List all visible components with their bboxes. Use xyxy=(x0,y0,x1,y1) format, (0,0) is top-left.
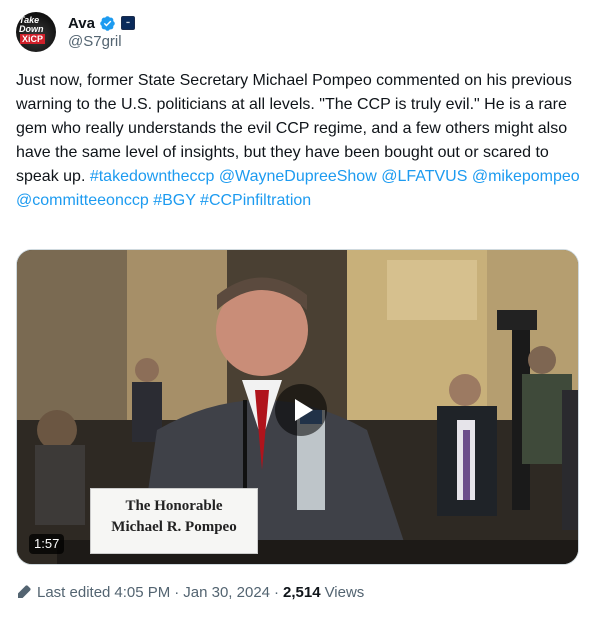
separator-dot: · xyxy=(274,583,280,601)
video-duration: 1:57 xyxy=(29,534,65,554)
views-count: 2,514 xyxy=(283,583,321,601)
mention-committeeonccp[interactable]: @committeeonccp xyxy=(16,192,149,209)
pencil-icon xyxy=(18,585,31,598)
edited-label[interactable]: Last edited xyxy=(37,584,110,601)
hashtag-bgy[interactable]: #BGY xyxy=(153,192,195,209)
nameplate-line-2: Michael R. Pompeo xyxy=(111,519,237,535)
mention-lfatvus[interactable]: @LFATVUS xyxy=(381,168,467,185)
tweet: Take Down XiCP Ava ▪▪ @S7gril Just now, … xyxy=(0,0,611,619)
hashtag-takedowntheccp[interactable]: #takedowntheccp xyxy=(90,168,215,185)
avatar[interactable]: Take Down XiCP xyxy=(16,12,56,52)
video-player[interactable]: The Honorable Michael R. Pompeo 1:57 xyxy=(16,249,579,565)
hashtag-ccpinfiltration[interactable]: #CCPinfiltration xyxy=(200,192,311,209)
play-button[interactable] xyxy=(275,384,327,436)
avatar-text-3: XiCP xyxy=(20,34,46,44)
author-name-row: Ava ▪▪ xyxy=(68,13,135,33)
handle[interactable]: @S7gril xyxy=(68,33,122,50)
nameplate-line-1: The Honorable xyxy=(125,498,223,514)
views-label: Views xyxy=(324,583,365,601)
play-icon xyxy=(294,399,313,421)
separator-dot: · xyxy=(174,583,180,601)
tweet-time[interactable]: 4:05 PM xyxy=(114,584,170,601)
mention-waynedupreeshow[interactable]: @WayneDupreeShow xyxy=(219,168,377,185)
mention-mikepompeo[interactable]: @mikepompeo xyxy=(472,168,580,185)
avatar-text-2: Down xyxy=(19,24,44,34)
display-name[interactable]: Ava xyxy=(68,15,95,32)
affiliate-badge-icon[interactable]: ▪▪ xyxy=(120,16,135,30)
tweet-text: Just now, former State Secretary Michael… xyxy=(16,69,582,213)
verified-badge-icon xyxy=(100,15,115,31)
nameplate: The Honorable Michael R. Pompeo xyxy=(90,488,258,554)
tweet-date[interactable]: Jan 30, 2024 xyxy=(183,584,270,601)
tweet-meta: Last edited 4:05 PM · Jan 30, 2024 · 2,5… xyxy=(16,582,364,602)
